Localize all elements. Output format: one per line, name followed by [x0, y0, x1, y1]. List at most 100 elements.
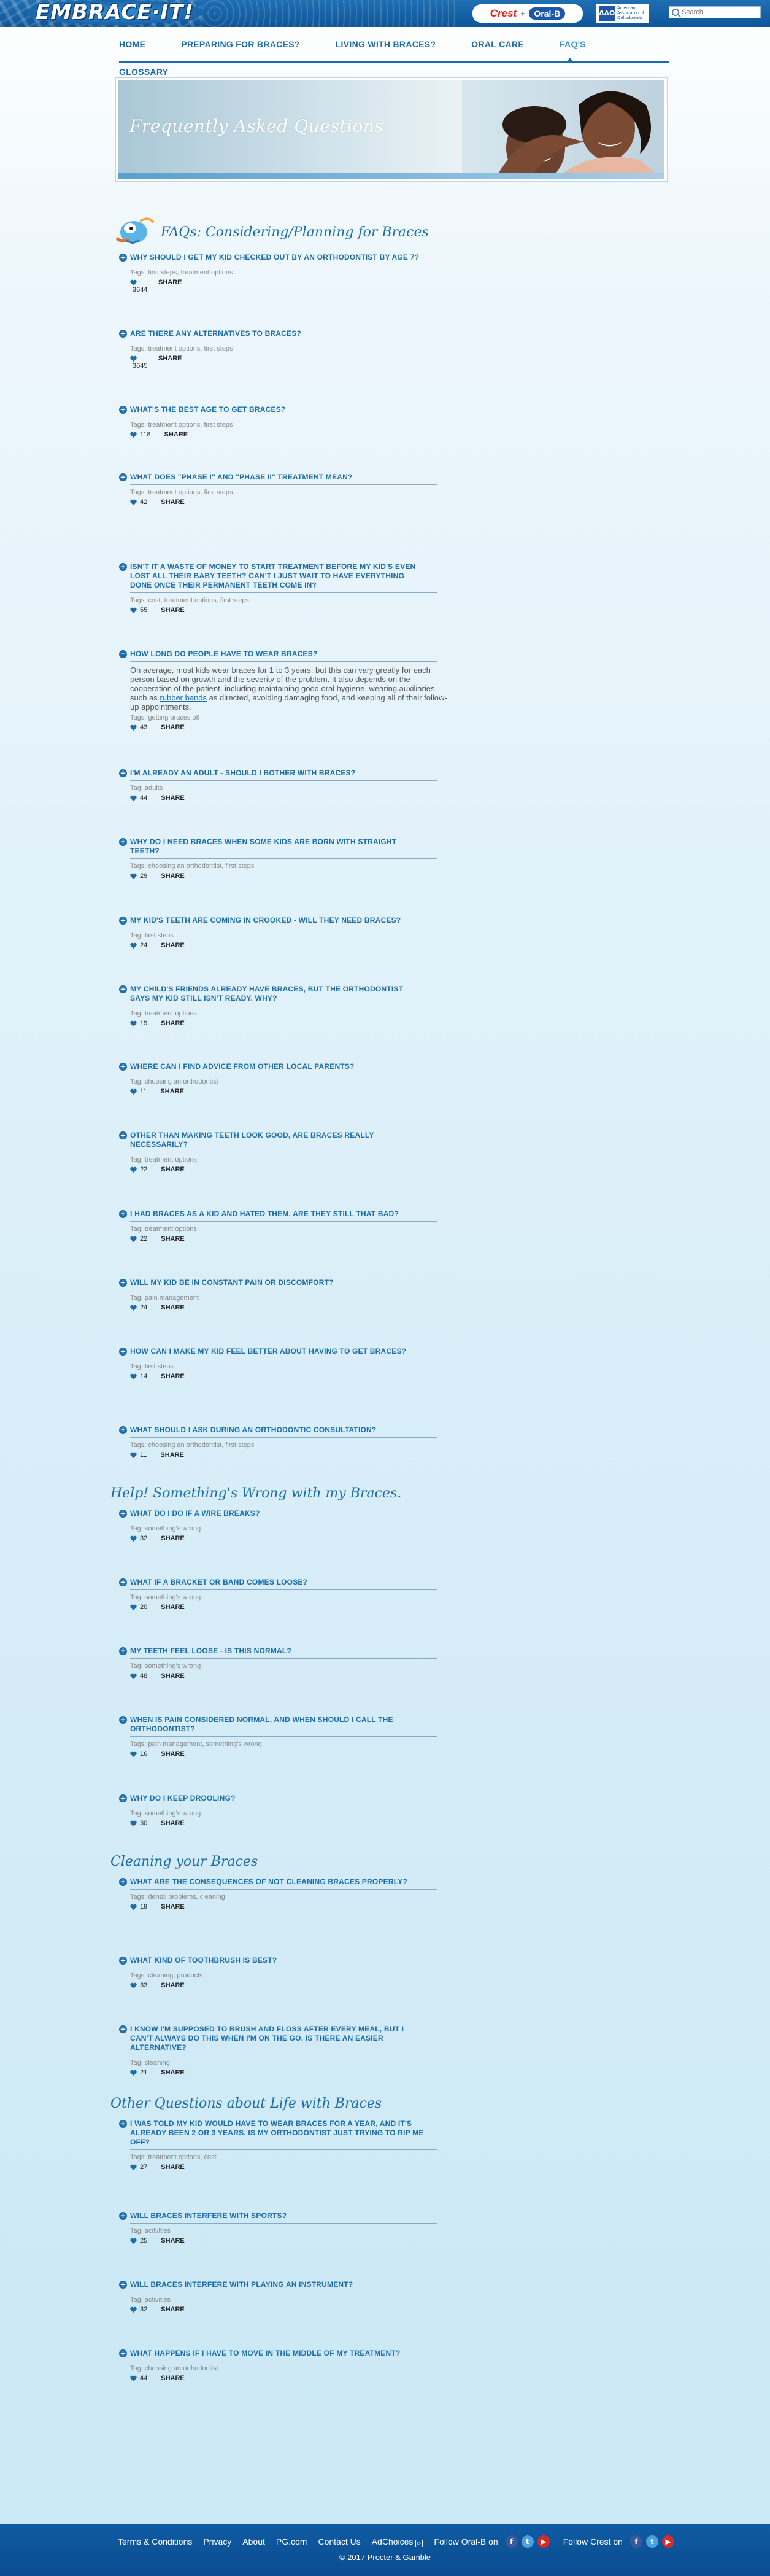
- share-button[interactable]: SHARE: [161, 2306, 185, 2313]
- nav-item-home[interactable]: HOME: [119, 39, 145, 56]
- twitter-icon[interactable]: t: [645, 2535, 658, 2548]
- share-button[interactable]: SHARE: [161, 607, 185, 614]
- expand-plus-icon[interactable]: +: [119, 1716, 127, 1724]
- expand-plus-icon[interactable]: +: [119, 1210, 127, 1218]
- share-button[interactable]: SHARE: [161, 2237, 185, 2244]
- share-button[interactable]: SHARE: [161, 1982, 185, 1989]
- question-link[interactable]: Will my kid be in constant pain or disco…: [130, 1278, 425, 1287]
- footer-link-privacy[interactable]: Privacy: [203, 2537, 231, 2547]
- question-link[interactable]: Why should I get my kid checked out by a…: [130, 253, 425, 262]
- expand-plus-icon[interactable]: +: [119, 2281, 127, 2289]
- expand-plus-icon[interactable]: +: [119, 2349, 127, 2357]
- share-button[interactable]: SHARE: [161, 2069, 185, 2076]
- expand-plus-icon[interactable]: +: [119, 1957, 127, 1965]
- question-link[interactable]: Where can I find advice from other local…: [130, 1062, 425, 1071]
- crest-oralb-logo[interactable]: Crest + Oral-B: [472, 4, 583, 23]
- like-heart-icon[interactable]: [130, 795, 137, 801]
- expand-plus-icon[interactable]: +: [119, 1426, 127, 1434]
- question-link[interactable]: What if a bracket or band comes loose?: [130, 1578, 425, 1587]
- like-heart-icon[interactable]: [130, 1373, 137, 1379]
- like-heart-icon[interactable]: [130, 2164, 137, 2170]
- like-heart-icon[interactable]: [130, 432, 137, 438]
- share-button[interactable]: SHARE: [161, 1304, 185, 1311]
- expand-plus-icon[interactable]: +: [119, 563, 127, 571]
- expand-plus-icon[interactable]: +: [119, 1878, 127, 1886]
- share-button[interactable]: SHARE: [161, 1903, 185, 1911]
- like-heart-icon[interactable]: [130, 2306, 137, 2313]
- footer-link-terms[interactable]: Terms & Conditions: [118, 2537, 192, 2547]
- question-link[interactable]: How long do people have to wear braces?: [130, 650, 425, 659]
- question-link[interactable]: What kind of toothbrush is best?: [130, 1956, 425, 1965]
- like-heart-icon[interactable]: [130, 1751, 137, 1757]
- like-heart-icon[interactable]: [130, 1535, 137, 1542]
- like-heart-icon[interactable]: [130, 1236, 137, 1242]
- nav-item-glossary[interactable]: GLOSSARY: [119, 67, 168, 77]
- nav-item-preparing[interactable]: PREPARING FOR BRACES?: [181, 39, 300, 56]
- expand-plus-icon[interactable]: +: [119, 985, 127, 993]
- question-link[interactable]: Will braces interfere with playing an in…: [130, 2280, 425, 2289]
- facebook-icon[interactable]: f: [505, 2535, 518, 2548]
- like-heart-icon[interactable]: [130, 1305, 137, 1311]
- expand-plus-icon[interactable]: +: [119, 769, 127, 777]
- embrace-it-logo[interactable]: EMBRACE·IT!: [26, 0, 204, 25]
- facebook-icon[interactable]: f: [629, 2535, 642, 2548]
- question-link[interactable]: What should I ask during an orthodontic …: [130, 1426, 425, 1435]
- question-link[interactable]: When is pain considered normal, and when…: [130, 1715, 425, 1734]
- share-button[interactable]: SHARE: [161, 1535, 185, 1542]
- like-heart-icon[interactable]: [130, 2375, 137, 2381]
- share-button[interactable]: SHARE: [161, 1373, 185, 1380]
- share-button[interactable]: SHARE: [164, 431, 188, 438]
- expand-plus-icon[interactable]: +: [119, 330, 127, 338]
- like-heart-icon[interactable]: [130, 499, 137, 505]
- like-heart-icon[interactable]: [130, 1904, 137, 1910]
- share-button[interactable]: SHARE: [161, 794, 185, 802]
- share-button[interactable]: SHARE: [161, 942, 185, 949]
- question-link[interactable]: How can I make my kid feel better about …: [130, 1347, 425, 1356]
- question-link[interactable]: What happens if I have to move in the mi…: [130, 2349, 425, 2358]
- expand-plus-icon[interactable]: +: [119, 1647, 127, 1655]
- expand-plus-icon[interactable]: +: [119, 473, 127, 481]
- nav-item-living[interactable]: LIVING WITH BRACES?: [336, 39, 436, 56]
- share-button[interactable]: SHARE: [161, 1820, 185, 1827]
- question-link[interactable]: What's the best age to get braces?: [130, 405, 425, 414]
- question-link[interactable]: What are the consequences of not cleanin…: [130, 1877, 425, 1887]
- expand-plus-icon[interactable]: +: [119, 1510, 127, 1518]
- share-button[interactable]: SHARE: [161, 2163, 185, 2171]
- question-link[interactable]: I'm already an adult - should I bother w…: [130, 769, 425, 778]
- share-button[interactable]: SHARE: [161, 1604, 185, 1611]
- share-button[interactable]: SHARE: [161, 2375, 185, 2382]
- question-link[interactable]: Why do I keep drooling?: [130, 1794, 425, 1803]
- expand-plus-icon[interactable]: +: [119, 1279, 127, 1287]
- question-link[interactable]: My child's friends already have braces, …: [130, 985, 425, 1003]
- share-button[interactable]: SHARE: [158, 279, 182, 286]
- question-link[interactable]: What does "Phase I" and "Phase II" treat…: [130, 473, 425, 482]
- aao-logo[interactable]: AAO American Association of Orthodontist…: [596, 4, 649, 23]
- like-heart-icon[interactable]: [130, 2070, 137, 2076]
- like-heart-icon[interactable]: [130, 2238, 137, 2244]
- question-link[interactable]: Why do I need braces when some kids are …: [130, 837, 425, 856]
- like-heart-icon[interactable]: [130, 1820, 137, 1826]
- share-button[interactable]: SHARE: [158, 355, 182, 362]
- footer-link-pg[interactable]: PG.com: [276, 2537, 307, 2547]
- expand-plus-icon[interactable]: +: [119, 838, 127, 846]
- share-button[interactable]: SHARE: [161, 499, 185, 506]
- expand-plus-icon[interactable]: +: [119, 1794, 127, 1802]
- expand-plus-icon[interactable]: +: [119, 254, 127, 262]
- expand-plus-icon[interactable]: +: [119, 406, 127, 414]
- search-input[interactable]: [669, 7, 760, 18]
- question-link[interactable]: Isn't it a waste of money to start treat…: [130, 562, 425, 590]
- question-link[interactable]: What do I do if a wire breaks?: [130, 1509, 425, 1518]
- question-link[interactable]: Other than making teeth look good, are b…: [130, 1131, 425, 1149]
- like-heart-icon[interactable]: [130, 1452, 137, 1458]
- expand-plus-icon[interactable]: +: [119, 917, 127, 925]
- rubber-bands-link[interactable]: rubber bands: [160, 693, 207, 702]
- youtube-icon[interactable]: ▶: [537, 2535, 550, 2548]
- share-button[interactable]: SHARE: [160, 1088, 184, 1095]
- share-button[interactable]: SHARE: [161, 724, 185, 731]
- search-icon[interactable]: [672, 9, 679, 16]
- share-button[interactable]: SHARE: [161, 1166, 185, 1173]
- expand-plus-icon[interactable]: +: [119, 2212, 127, 2220]
- like-heart-icon[interactable]: [130, 1604, 137, 1610]
- footer-link-about[interactable]: About: [242, 2537, 265, 2547]
- expand-plus-icon[interactable]: +: [119, 1578, 127, 1586]
